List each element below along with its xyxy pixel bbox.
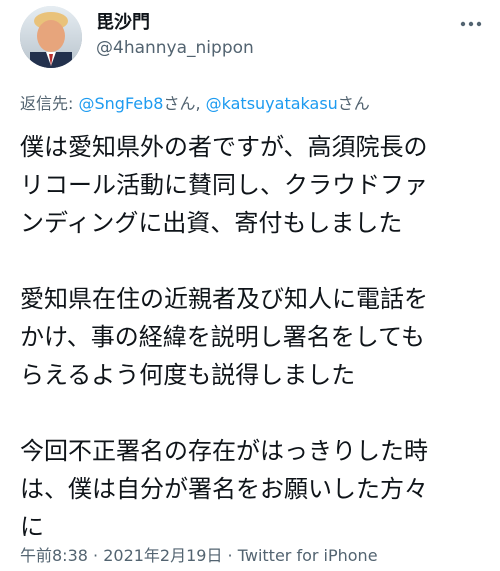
tweet-meta: 午前8:38 · 2021年2月19日 · Twitter for iPhone bbox=[20, 542, 378, 566]
tweet-paragraph-1: 僕は愛知県外の者ですが、高須院長の リコール活動に賛同し、クラウドファ ンディン… bbox=[20, 133, 428, 237]
mention-link-sngfeb8[interactable]: @SngFeb8 bbox=[78, 94, 163, 113]
more-horizontal-icon[interactable] bbox=[456, 14, 486, 34]
meta-separator-1: · bbox=[87, 546, 104, 565]
tweet: 毘沙門 @4hannya_nippon 返信先: @SngFeb8さん, @ka… bbox=[0, 0, 500, 571]
tweet-paragraph-3: 今回不正署名の存在がはっきりした時 は、僕は自分が署名をお願いした方々 に bbox=[20, 437, 428, 541]
reply-to-prefix: 返信先: bbox=[20, 94, 79, 113]
tweet-time[interactable]: 午前8:38 bbox=[20, 546, 88, 565]
handle[interactable]: @4hannya_nippon bbox=[96, 36, 254, 60]
meta-separator-2: · bbox=[222, 546, 238, 565]
reply-to-line: 返信先: @SngFeb8さん, @katsuyatakasuさん bbox=[20, 90, 370, 114]
mention-separator: , bbox=[195, 94, 206, 113]
author-block: 毘沙門 @4hannya_nippon bbox=[96, 12, 254, 60]
tweet-paragraph-2: 愛知県在住の近親者及び知人に電話を かけ、事の経緯を説明し署名をしても らえるよ… bbox=[20, 285, 428, 389]
avatar-photo bbox=[20, 6, 82, 68]
honorific-san-1: さん bbox=[163, 94, 196, 113]
tweet-source[interactable]: Twitter for iPhone bbox=[238, 546, 378, 565]
tweet-date[interactable]: 2021年2月19日 bbox=[103, 546, 222, 565]
honorific-san-2: さん bbox=[337, 94, 370, 113]
tweet-body: 僕は愛知県外の者ですが、高須院長の リコール活動に賛同し、クラウドファ ンディン… bbox=[20, 128, 486, 546]
avatar[interactable] bbox=[20, 6, 82, 68]
display-name[interactable]: 毘沙門 bbox=[96, 12, 254, 34]
mention-link-katsuyatakasu[interactable]: @katsuyatakasu bbox=[206, 94, 338, 113]
